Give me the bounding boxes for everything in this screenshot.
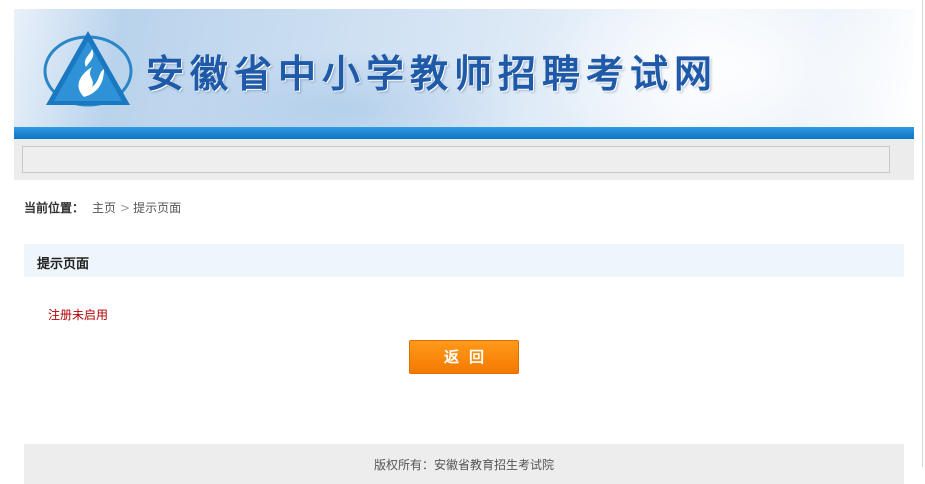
site-title: 安徽省中小学教师招聘考试网 bbox=[146, 51, 719, 96]
site-header-banner: 安徽省中小学教师招聘考试网 bbox=[14, 9, 914, 127]
back-button[interactable]: 返回 bbox=[409, 340, 519, 374]
breadcrumb-current: 提示页面 bbox=[133, 201, 182, 215]
footer-copyright: 版权所有：安徽省教育招生考试院 bbox=[373, 458, 554, 472]
breadcrumb-separator: > bbox=[120, 201, 131, 215]
footer: 版权所有：安徽省教育招生考试院 bbox=[24, 444, 904, 484]
notice-message: 注册未启用 bbox=[48, 308, 109, 322]
panel-title: 提示页面 bbox=[37, 257, 90, 272]
panel-header: 提示页面 bbox=[24, 244, 904, 277]
breadcrumb: 当前位置： 主页 > 提示页面 bbox=[24, 199, 181, 216]
breadcrumb-label: 当前位置： bbox=[24, 201, 85, 215]
breadcrumb-home-link[interactable]: 主页 bbox=[92, 201, 116, 215]
nav-strip bbox=[14, 139, 914, 180]
header-accent-bar bbox=[14, 127, 914, 139]
nav-menu-box bbox=[22, 146, 890, 173]
flame-triangle-logo-icon[interactable] bbox=[42, 27, 134, 109]
page-border bbox=[922, 0, 923, 467]
